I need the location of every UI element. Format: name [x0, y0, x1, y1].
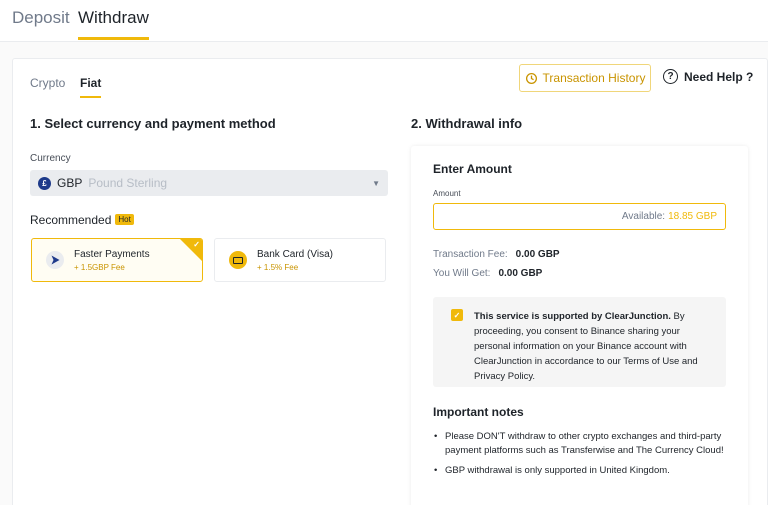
currency-select[interactable]: £ GBP Pound Sterling ▼ — [30, 170, 388, 196]
need-help-label: Need Help ? — [684, 69, 754, 84]
list-item: GBP withdrawal is only supported in Unit… — [433, 464, 728, 478]
method-name: Bank Card (Visa) — [257, 248, 333, 260]
chevron-down-icon: ▼ — [372, 178, 380, 188]
method-name: Faster Payments — [74, 248, 150, 260]
currency-code: GBP — [57, 176, 83, 190]
you-will-get-row: You Will Get: 0.00 GBP — [433, 268, 542, 279]
hot-badge: Hot — [115, 214, 134, 225]
amount-input[interactable] — [440, 207, 590, 226]
transaction-history-label: Transaction History — [542, 71, 646, 85]
fee-value: 0.00 GBP — [515, 249, 560, 260]
get-value: 0.00 GBP — [498, 268, 543, 279]
fee-label: Transaction Fee: — [433, 249, 508, 260]
consent-text: This service is supported by ClearJuncti… — [474, 309, 714, 384]
get-label: You Will Get: — [433, 268, 491, 279]
top-bar: Deposit Withdraw — [0, 0, 768, 42]
enter-amount-heading: Enter Amount — [433, 162, 512, 176]
method-fee: + 1.5% Fee — [257, 262, 299, 272]
currency-label: Currency — [30, 153, 71, 164]
arrow-play-icon — [46, 251, 64, 269]
payment-method-bank-card[interactable]: Bank Card (Visa) + 1.5% Fee — [214, 238, 386, 282]
help-circle-icon: ? — [663, 69, 678, 84]
tab-deposit[interactable]: Deposit — [12, 8, 70, 28]
bank-card-text: Bank Card (Visa) + 1.5% Fee — [257, 249, 333, 272]
checkbox-checked-icon[interactable]: ✓ — [451, 309, 463, 321]
available-balance: 18.85 GBP — [668, 211, 717, 222]
history-icon — [525, 72, 537, 84]
faster-payments-text: Faster Payments + 1.5GBP Fee — [74, 249, 150, 272]
tab-withdraw[interactable]: Withdraw — [78, 8, 149, 40]
tab-crypto[interactable]: Crypto — [30, 76, 65, 90]
tab-fiat[interactable]: Fiat — [80, 76, 102, 98]
amount-label: Amount — [433, 189, 461, 198]
recommended-heading: Recommended Hot — [30, 213, 134, 227]
pound-icon: £ — [38, 176, 51, 190]
transaction-history-button[interactable]: Transaction History — [519, 64, 651, 92]
currency-name: Pound Sterling — [88, 176, 168, 190]
amount-field[interactable]: Available: 18.85 GBP — [433, 203, 726, 230]
method-fee: + 1.5GBP Fee — [74, 262, 125, 272]
credit-card-icon — [229, 251, 247, 269]
important-notes-list: Please DON'T withdraw to other crypto ex… — [433, 430, 728, 484]
payment-method-faster-payments[interactable]: Faster Payments + 1.5GBP Fee ✓ — [31, 238, 203, 282]
check-icon: ✓ — [193, 240, 200, 249]
list-item: Please DON'T withdraw to other crypto ex… — [433, 430, 728, 458]
need-help-button[interactable]: ? Need Help ? — [663, 69, 753, 84]
consent-bold: This service is supported by ClearJuncti… — [474, 311, 671, 322]
withdrawal-info-title: 2. Withdrawal info — [411, 116, 523, 131]
important-notes-heading: Important notes — [433, 405, 524, 419]
select-section-title: 1. Select currency and payment method — [30, 116, 276, 131]
transaction-fee-row: Transaction Fee: 0.00 GBP — [433, 249, 560, 260]
available-label: Available: — [621, 211, 666, 222]
recommended-label: Recommended — [30, 213, 112, 227]
